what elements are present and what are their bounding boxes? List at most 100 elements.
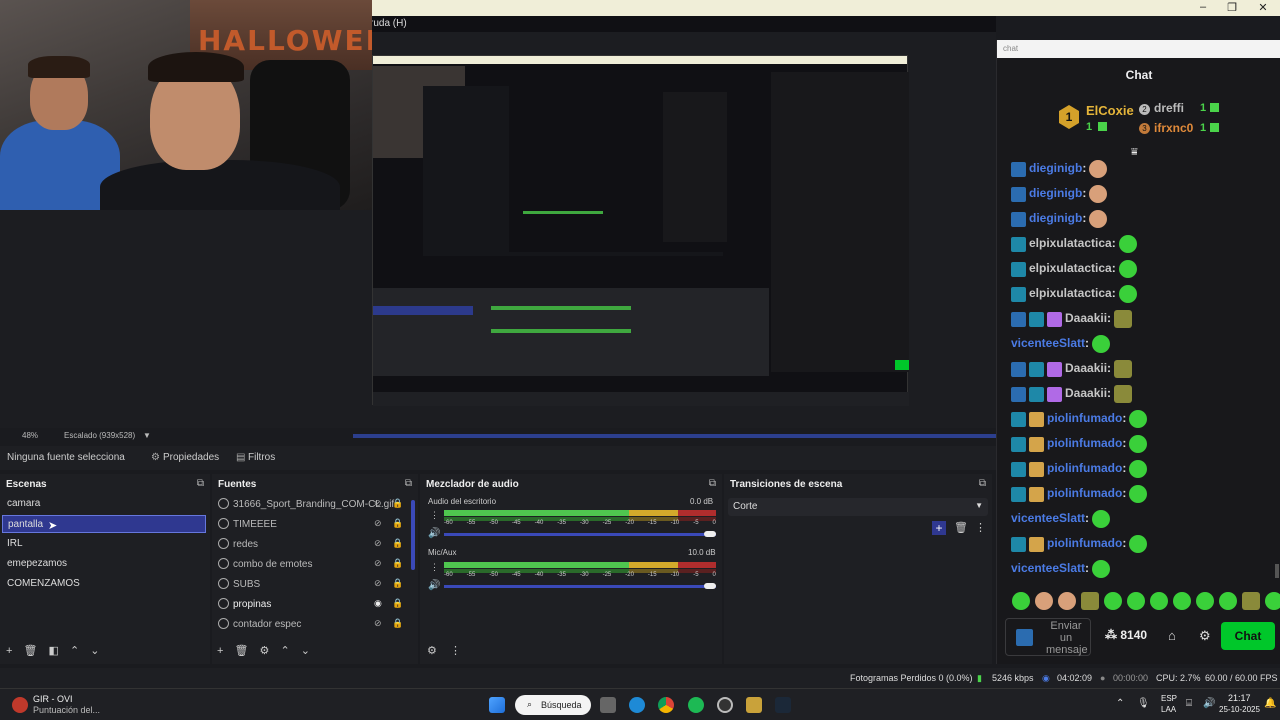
delete-scene-button[interactable]: 🗑 — [24, 645, 38, 657]
emote-green-icon[interactable] — [1173, 592, 1191, 610]
keyboard-layout[interactable]: LAA — [1161, 705, 1176, 714]
mic-icon[interactable]: 🎙 — [1137, 698, 1150, 709]
gear-icon[interactable]: ⚙ — [1199, 628, 1211, 644]
add-transition-button[interactable]: + — [932, 521, 946, 535]
eye-hidden-icon[interactable]: ⊘ — [374, 578, 382, 589]
eye-hidden-icon[interactable]: ⊘ — [374, 558, 382, 569]
scene-item[interactable]: emepezamos — [2, 555, 206, 573]
chat-username[interactable]: dieginigb — [1029, 186, 1082, 200]
transition-menu-icon[interactable]: ⋮ — [975, 521, 986, 534]
windows-start-icon[interactable] — [489, 697, 505, 713]
task-view-icon[interactable] — [600, 697, 616, 713]
volume-slider[interactable] — [444, 533, 716, 536]
chat-username[interactable]: Daaakii — [1065, 361, 1107, 375]
dock-menu-icon[interactable]: ⧉ — [197, 478, 204, 489]
mixer-settings-icon[interactable]: ⚙ — [427, 645, 437, 657]
leaderboard-name[interactable]: ElCoxie — [1086, 103, 1134, 118]
move-down-button[interactable]: ⌄ — [301, 645, 310, 657]
emote-green-icon[interactable] — [1196, 592, 1214, 610]
app-notification-icon[interactable] — [12, 697, 28, 713]
chat-username[interactable]: vicenteeSlatt — [1011, 561, 1085, 575]
chat-username[interactable]: piolinfumado — [1047, 436, 1122, 450]
chat-username[interactable]: piolinfumado — [1047, 461, 1122, 475]
scale-dropdown-icon[interactable]: ▼ — [143, 431, 151, 440]
filters-button[interactable]: Filtros — [248, 452, 275, 463]
chat-username[interactable]: dieginigb — [1029, 211, 1082, 225]
source-item[interactable]: contador espec ⊘ 🔒 — [216, 616, 406, 634]
spotify-icon[interactable] — [688, 697, 704, 713]
emote-face-icon[interactable] — [1035, 592, 1053, 610]
edge-icon[interactable] — [629, 697, 645, 713]
emote-box-icon[interactable] — [1081, 592, 1099, 610]
channel-points[interactable]: ⁂ 8140 — [1105, 628, 1147, 642]
preview-canvas-left[interactable] — [0, 210, 284, 428]
speaker-icon[interactable]: 🔊 — [428, 528, 440, 539]
chrome-icon[interactable] — [658, 697, 674, 713]
dock-menu-icon[interactable]: ⧉ — [979, 478, 986, 489]
steam-icon[interactable] — [775, 697, 791, 713]
taskbar-search[interactable]: ⌕ Búsqueda — [515, 695, 591, 715]
menu-help[interactable]: ruda (H) — [370, 18, 407, 29]
sources-scrollbar[interactable] — [411, 500, 415, 570]
network-icon[interactable]: ⌸ — [1186, 698, 1192, 709]
eye-hidden-icon[interactable]: ⊘ — [374, 518, 382, 529]
eye-hidden-icon[interactable]: ⊘ — [374, 538, 382, 549]
add-scene-button[interactable]: + — [6, 645, 12, 657]
chat-username[interactable]: dieginigb — [1029, 161, 1082, 175]
source-settings-button[interactable]: ⚙ — [260, 645, 270, 657]
scene-filter-button[interactable]: ◧ — [49, 645, 59, 657]
lock-icon[interactable]: 🔒 — [392, 598, 403, 609]
eye-hidden-icon[interactable]: ⊘ — [374, 618, 382, 629]
source-item[interactable]: TIMEEEE ⊘ 🔒 — [216, 516, 406, 534]
lock-icon[interactable]: 🔒 — [392, 498, 403, 509]
source-item[interactable]: redes ⊘ 🔒 — [216, 536, 406, 554]
volume-knob[interactable] — [704, 531, 716, 537]
clock-time[interactable]: 21:17 — [1228, 693, 1251, 703]
emote-green-icon[interactable] — [1104, 592, 1122, 610]
lock-icon[interactable]: 🔒 — [392, 558, 403, 569]
leaderboard-name[interactable]: dreffi — [1154, 101, 1184, 115]
preview-scrollbar[interactable] — [353, 434, 996, 438]
source-item[interactable]: propinas ◉ 🔒 — [216, 596, 406, 614]
move-up-button[interactable]: ⌃ — [280, 645, 289, 657]
notification-icon[interactable]: 🔔 — [1264, 698, 1276, 709]
chat-username[interactable]: vicenteeSlatt — [1011, 511, 1085, 525]
volume-knob[interactable] — [704, 583, 716, 589]
chat-username[interactable]: piolinfumado — [1047, 536, 1122, 550]
volume-slider[interactable] — [444, 585, 716, 588]
emote-green-icon[interactable] — [1012, 592, 1030, 610]
scene-item[interactable]: IRL — [2, 535, 206, 553]
transition-select[interactable]: Corte ▼ — [728, 498, 988, 516]
source-item[interactable]: 31666_Sport_Branding_COM-CL.gif ⊘ 🔒 — [216, 496, 406, 514]
emote-face-icon[interactable] — [1058, 592, 1076, 610]
scale-mode[interactable]: Escalado (939x528) — [64, 431, 135, 440]
emote-green-icon[interactable] — [1127, 592, 1145, 610]
game-launcher-icon[interactable] — [746, 697, 762, 713]
move-down-button[interactable]: ⌄ — [90, 645, 99, 657]
chat-username[interactable]: piolinfumado — [1047, 486, 1122, 500]
dock-menu-icon[interactable]: ⧉ — [405, 478, 412, 489]
eye-hidden-icon[interactable]: ⊘ — [374, 498, 382, 509]
lock-icon[interactable]: 🔒 — [392, 618, 403, 629]
dock-menu-icon[interactable]: ⧉ — [709, 478, 716, 489]
close-button[interactable]: ✕ — [1248, 1, 1278, 14]
move-up-button[interactable]: ⌃ — [70, 645, 79, 657]
lock-icon[interactable]: 🔒 — [392, 538, 403, 549]
leaderboard-name[interactable]: ifrxnc0 — [1154, 121, 1193, 135]
chat-username[interactable]: Daaakii — [1065, 386, 1107, 400]
chat-username[interactable]: elpixulatactica — [1029, 261, 1112, 275]
lock-icon[interactable]: 🔒 — [392, 518, 403, 529]
add-source-button[interactable]: + — [217, 645, 223, 657]
store-icon[interactable]: ⌂ — [1168, 628, 1176, 643]
obs-icon[interactable] — [717, 697, 733, 713]
eye-visible-icon[interactable]: ◉ — [374, 598, 382, 609]
chevron-up-icon[interactable]: ⌃ — [1116, 698, 1124, 709]
scene-item[interactable]: COMENZAMOS — [2, 575, 206, 593]
source-item[interactable]: combo de emotes ⊘ 🔒 — [216, 556, 406, 574]
volume-icon[interactable]: 🔊 — [1203, 698, 1215, 709]
scene-item[interactable]: camara — [2, 495, 206, 513]
chat-username[interactable]: elpixulatactica — [1029, 236, 1112, 250]
collapse-icon[interactable]: ⩸ — [1131, 146, 1138, 159]
speaker-icon[interactable]: 🔊 — [428, 580, 440, 591]
delete-source-button[interactable]: 🗑 — [235, 645, 249, 657]
